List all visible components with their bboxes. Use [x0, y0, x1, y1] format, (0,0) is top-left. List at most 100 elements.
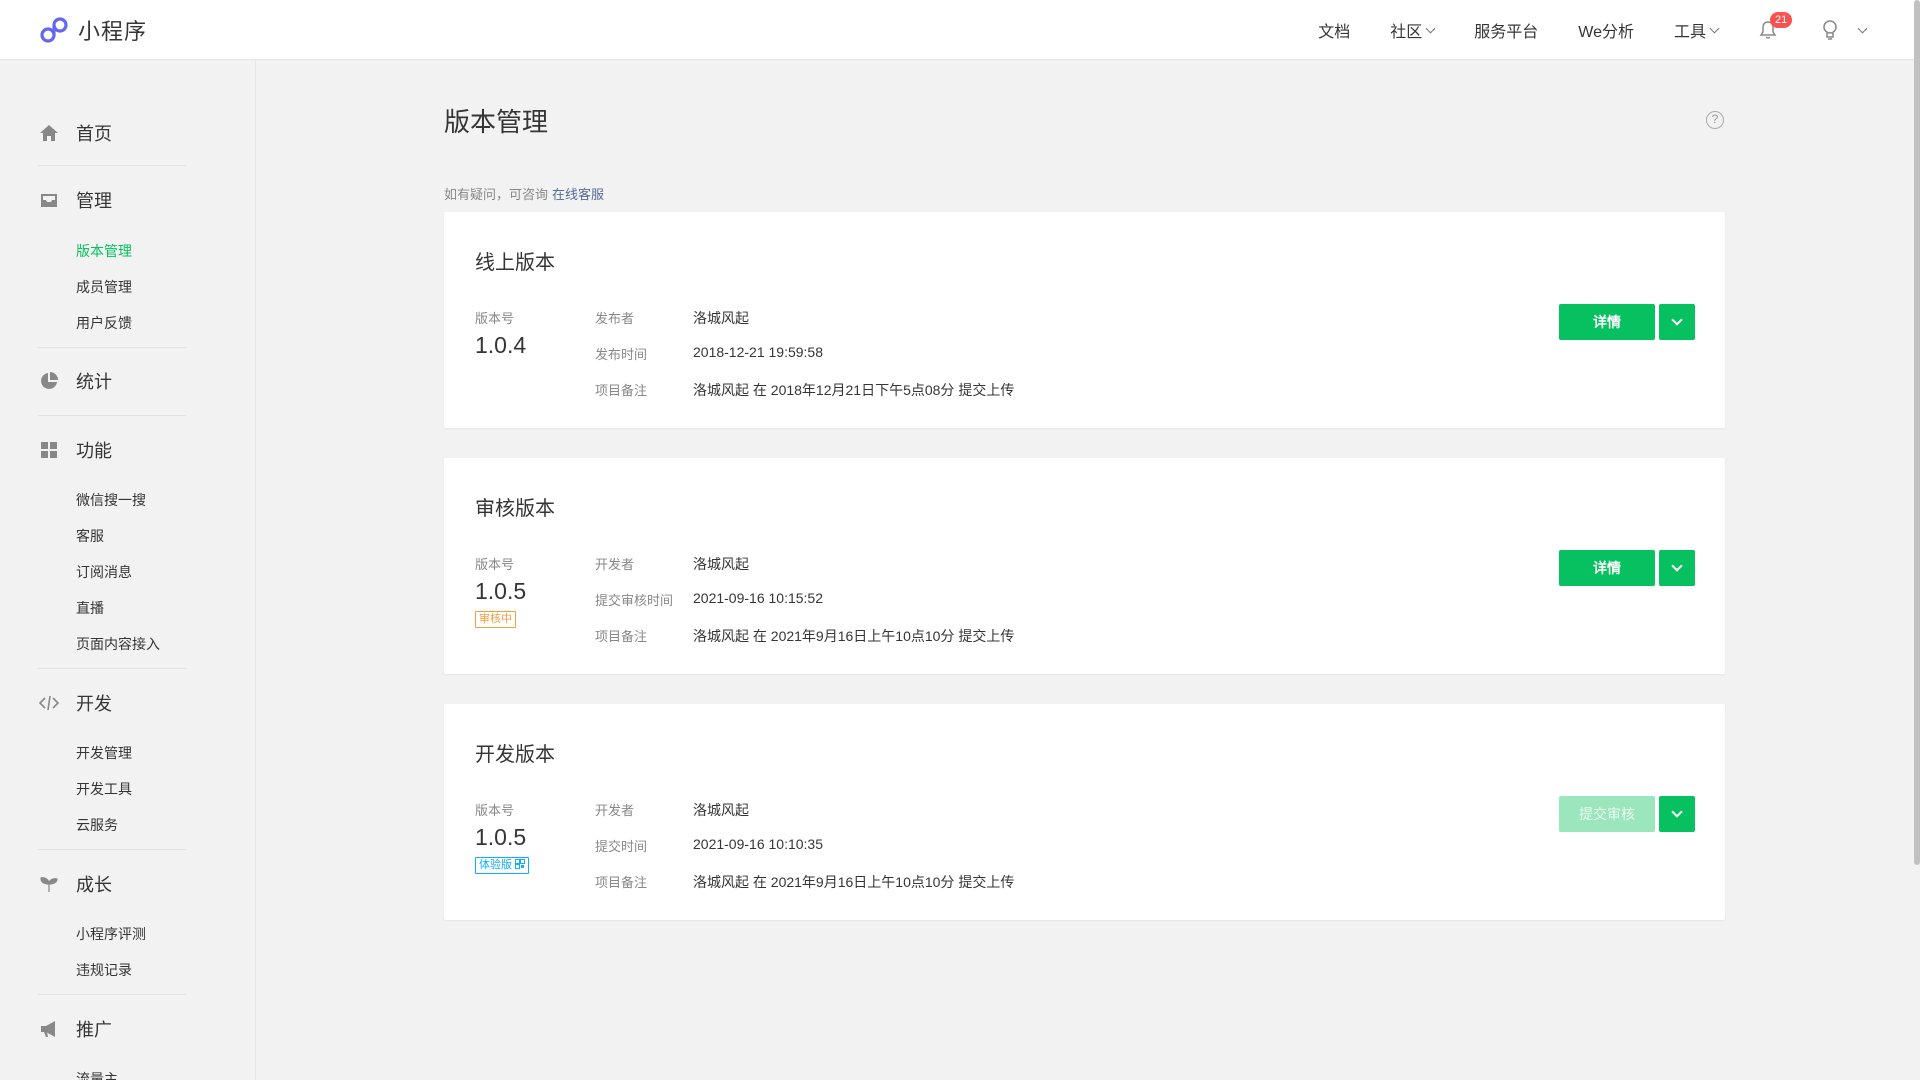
chevron-down-icon	[1671, 314, 1683, 326]
divider	[38, 668, 186, 669]
sidebar-item-dev-tools[interactable]: 开发工具	[76, 779, 132, 799]
miniprogram-logo-icon	[40, 17, 68, 43]
app-name: 小程序	[78, 19, 148, 44]
details-button[interactable]: 详情	[1559, 304, 1655, 340]
help-icon[interactable]: ?	[1706, 111, 1724, 129]
user-menu-chevron-icon[interactable]	[1857, 23, 1868, 33]
version-label: 版本号	[475, 311, 515, 326]
divider	[38, 994, 186, 995]
nav-tools[interactable]: 工具	[1673, 18, 1720, 42]
remark-value: 洛城风起 在 2018年12月21日下午5点08分 提交上传	[693, 382, 1015, 398]
remark-key: 项目备注	[595, 629, 648, 644]
version-number: 1.0.4	[475, 332, 527, 358]
submit-audit-time-key: 提交审核时间	[595, 593, 674, 608]
scrollbar[interactable]	[1914, 0, 1920, 865]
nav-tools-label: 工具	[1673, 24, 1706, 41]
sidebar-item-dev-manage[interactable]: 开发管理	[76, 743, 132, 763]
sidebar-item-manage[interactable]: 管理	[38, 187, 186, 213]
nav-community-label: 社区	[1390, 24, 1423, 41]
grid-icon	[41, 442, 57, 458]
chevron-down-icon	[1425, 23, 1436, 33]
nav-docs[interactable]: 文档	[1318, 18, 1350, 42]
consult-note: 如有疑问，可咨询 在线客服	[444, 184, 604, 203]
sidebar-stats-label: 统计	[76, 372, 112, 392]
developer-value: 洛城风起	[693, 802, 749, 818]
submit-audit-button[interactable]: 提交审核	[1559, 796, 1655, 832]
sidebar-item-home[interactable]: 首页	[38, 120, 186, 146]
trial-badge[interactable]: 体验版	[475, 857, 530, 874]
developer-key: 开发者	[595, 557, 635, 572]
sidebar-item-violations[interactable]: 违规记录	[76, 960, 132, 980]
remark-value: 洛城风起 在 2021年9月16日上午10点10分 提交上传	[693, 628, 1015, 644]
nav-we-label: We分析	[1578, 24, 1634, 41]
sidebar-item-customer-service[interactable]: 客服	[76, 526, 104, 546]
dev-version-card: 开发版本 版本号 1.0.5 体验版 开发者 洛城风起 提交时间 2021-09…	[444, 704, 1725, 920]
sidebar-promo-label: 推广	[76, 1020, 112, 1040]
divider	[38, 849, 186, 850]
home-icon	[40, 125, 58, 141]
divider	[38, 415, 186, 416]
sidebar-item-cloud[interactable]: 云服务	[76, 815, 118, 835]
sidebar-manage-label: 管理	[76, 191, 112, 211]
nav-docs-label: 文档	[1318, 24, 1351, 41]
publisher-key: 发布者	[595, 311, 635, 326]
sidebar-item-traffic[interactable]: 流量主	[76, 1069, 118, 1080]
lightbulb-icon[interactable]	[1820, 19, 1840, 41]
version-label: 版本号	[475, 803, 515, 818]
notification-badge: 21	[1770, 12, 1793, 28]
chevron-down-icon	[1671, 806, 1683, 818]
sidebar-item-wechat-search[interactable]: 微信搜一搜	[76, 490, 146, 510]
notification-bell[interactable]: 21	[1758, 12, 1793, 40]
sidebar-item-promo[interactable]: 推广	[38, 1016, 186, 1042]
pie-chart-icon	[41, 372, 58, 389]
sprout-icon	[40, 877, 58, 892]
sidebar: 首页 管理 版本管理 成员管理 用户反馈 统计 功能 微信搜一搜 客服 订阅消息…	[0, 60, 256, 1080]
publisher-value: 洛城风起	[693, 310, 749, 326]
submit-audit-time-value: 2021-09-16 10:15:52	[693, 590, 823, 606]
code-icon	[38, 695, 60, 711]
card-title: 线上版本	[475, 252, 555, 274]
submit-time-key: 提交时间	[595, 839, 648, 854]
submit-time-value: 2021-09-16 10:10:35	[693, 836, 823, 852]
sidebar-item-version-manage[interactable]: 版本管理	[76, 241, 132, 261]
developer-key: 开发者	[595, 803, 635, 818]
sidebar-item-member-manage[interactable]: 成员管理	[76, 277, 132, 297]
sidebar-item-dev[interactable]: 开发	[38, 690, 186, 716]
developer-value: 洛城风起	[693, 556, 749, 572]
nav-we-analysis[interactable]: We分析	[1578, 18, 1634, 42]
qrcode-icon	[515, 859, 526, 869]
sidebar-item-subscribe-msg[interactable]: 订阅消息	[76, 562, 132, 582]
card-title: 审核版本	[475, 498, 555, 520]
online-version-card: 线上版本 版本号 1.0.4 发布者 洛城风起 发布时间 2018-12-21 …	[444, 212, 1725, 428]
more-dropdown-button[interactable]	[1659, 304, 1695, 340]
online-service-link[interactable]: 在线客服	[552, 187, 604, 202]
trial-badge-label: 体验版	[479, 859, 512, 871]
sidebar-item-user-feedback[interactable]: 用户反馈	[76, 313, 132, 333]
nav-service-label: 服务平台	[1474, 24, 1539, 41]
more-dropdown-button[interactable]	[1659, 550, 1695, 586]
remark-key: 项目备注	[595, 383, 648, 398]
more-dropdown-button[interactable]	[1659, 796, 1695, 832]
chevron-down-icon	[1671, 560, 1683, 572]
consult-text: 如有疑问，可咨询	[444, 187, 549, 202]
details-button[interactable]: 详情	[1559, 550, 1655, 586]
sidebar-item-evaluation[interactable]: 小程序评测	[76, 924, 146, 944]
megaphone-icon	[41, 1021, 55, 1037]
page-title: 版本管理	[444, 107, 549, 137]
sidebar-item-live[interactable]: 直播	[76, 598, 104, 618]
divider	[38, 347, 186, 348]
logo[interactable]: 小程序	[38, 14, 147, 46]
inbox-icon	[41, 194, 57, 207]
sidebar-growth-label: 成长	[76, 875, 112, 895]
nav-service-platform[interactable]: 服务平台	[1474, 18, 1538, 42]
sidebar-item-growth[interactable]: 成长	[38, 871, 186, 897]
sidebar-item-stats[interactable]: 统计	[38, 368, 186, 394]
top-header: 小程序 文档 社区 服务平台 We分析 工具 21	[0, 0, 1920, 60]
sidebar-item-features[interactable]: 功能	[38, 437, 186, 463]
status-badge: 审核中	[475, 611, 516, 628]
nav-community[interactable]: 社区	[1390, 18, 1436, 42]
sidebar-item-page-content[interactable]: 页面内容接入	[76, 634, 160, 654]
publish-time-value: 2018-12-21 19:59:58	[693, 344, 823, 360]
divider	[38, 165, 186, 166]
sidebar-home-label: 首页	[76, 124, 112, 144]
